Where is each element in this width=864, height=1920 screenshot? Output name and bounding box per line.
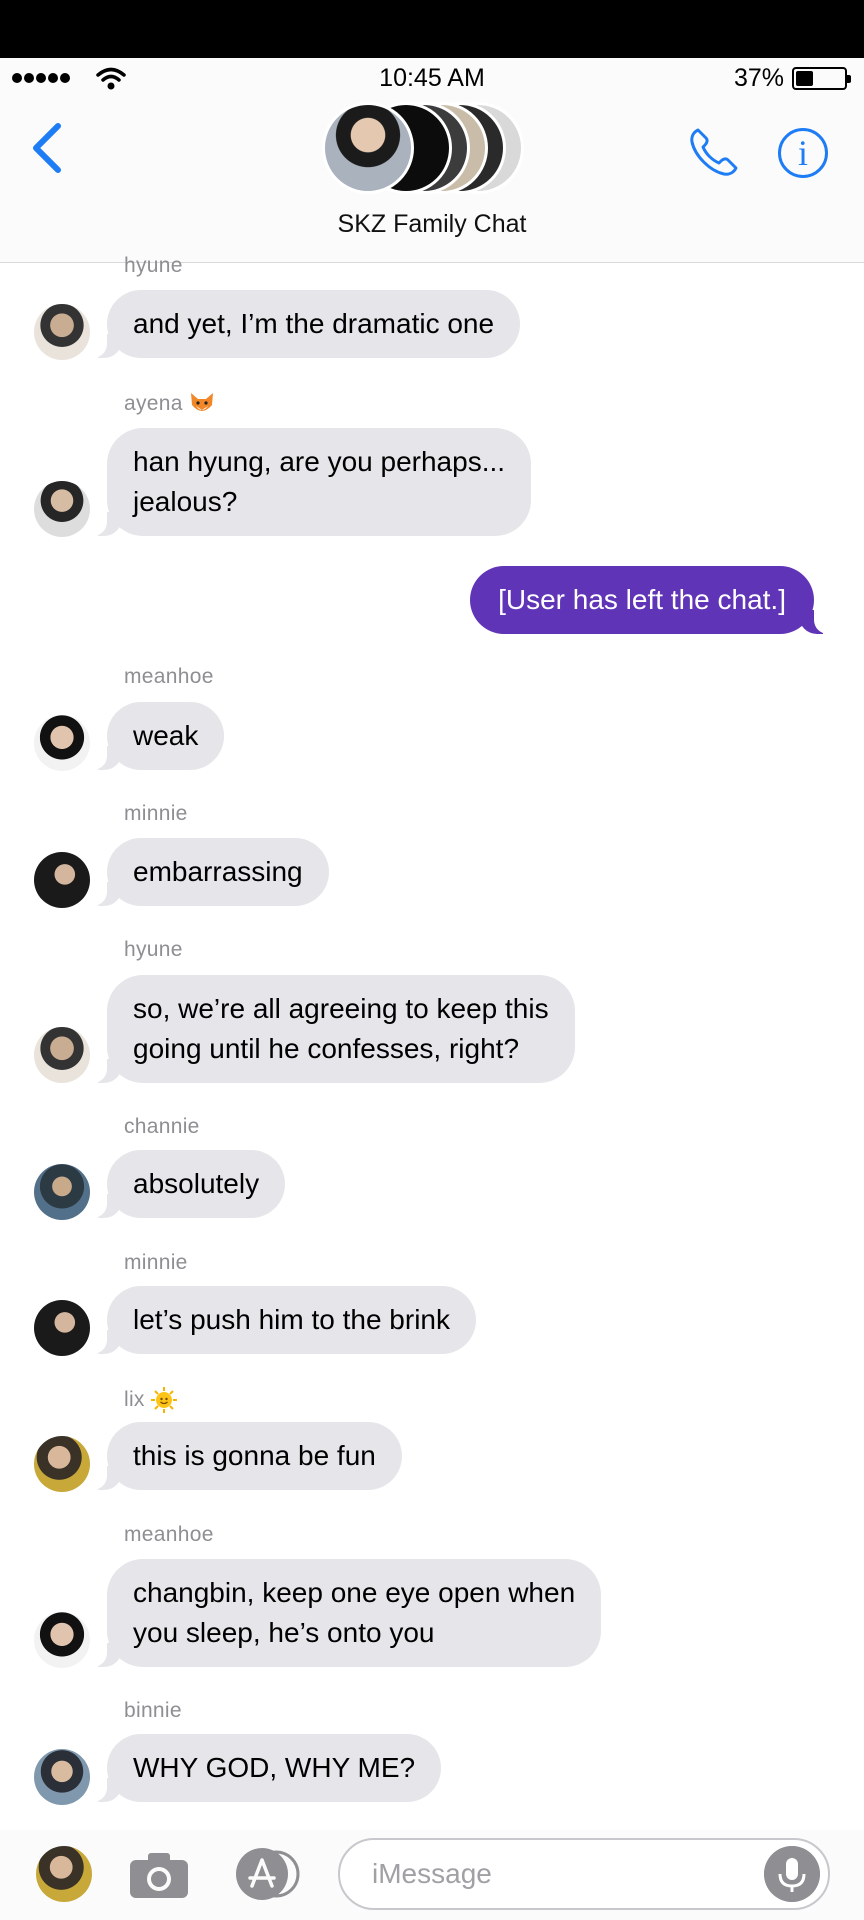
outgoing-message-bubble[interactable]: [User has left the chat.] [470,566,831,634]
avatar[interactable] [34,715,90,771]
group-avatar-stack[interactable] [322,98,542,202]
sender-name: hyune [124,938,183,961]
message-bubble[interactable]: changbin, keep one eye open when you sle… [89,1559,602,1667]
sender-name: meanhoe [124,665,214,688]
microphone-icon[interactable] [764,1846,820,1902]
battery-icon [792,67,851,90]
app-store-icon[interactable] [232,1846,304,1902]
message-sender: hyune [124,938,183,962]
phone-icon[interactable] [686,124,742,180]
avatar[interactable] [34,1027,90,1083]
message-input-placeholder: iMessage [372,1858,492,1889]
message-bubble[interactable]: and yet, I’m the dramatic one [89,290,521,358]
message-input[interactable]: iMessage [338,1838,830,1910]
avatar[interactable] [34,1300,90,1356]
battery-level [796,71,814,86]
sender-name: binnie [124,1699,182,1722]
message-bubble[interactable]: WHY GOD, WHY ME? [89,1734,442,1802]
message-bubble[interactable]: weak [89,702,225,770]
info-icon[interactable]: i [778,128,828,178]
message-sender: hyune [124,254,183,278]
message-sender: lix [124,1387,177,1413]
sender-name: meanhoe [124,1523,214,1546]
sender-name: ayena [124,392,183,415]
sender-name: channie [124,1115,200,1138]
status-bar: 10:45 AM 37% [0,58,864,98]
message-bubble[interactable]: let’s push him to the brink [90,1286,476,1354]
message-sender: meanhoe [124,665,214,689]
avatar[interactable] [34,852,90,908]
message-bubble[interactable]: embarrassing [90,838,329,906]
sender-name: minnie [124,1251,188,1274]
sender-name: hyune [124,254,183,277]
message-bubble[interactable]: absolutely [89,1150,286,1218]
top-black-bar [0,0,864,58]
chevron-left-icon[interactable] [28,120,68,176]
conversation-header: SKZ Family Chat i [0,98,864,263]
message-sender: ayena [124,391,215,417]
sun-emoji-icon [150,1387,177,1413]
message-bubble[interactable]: this is gonna be fun [90,1422,402,1490]
avatar[interactable] [34,1612,90,1668]
message-sender: minnie [124,802,188,826]
composer-bar: iMessage [0,1830,864,1920]
avatar[interactable] [34,1164,90,1220]
group-avatar-main [322,102,414,194]
message-bubble[interactable]: so, we’re all agreeing to keep this goin… [90,975,575,1083]
camera-icon[interactable] [128,1850,190,1900]
message-sender: binnie [124,1699,182,1723]
memoji-avatar[interactable] [36,1846,92,1902]
message-sender: meanhoe [124,1523,214,1547]
battery-percent: 37% [733,64,784,92]
avatar[interactable] [34,1749,90,1805]
avatar[interactable] [34,304,90,360]
sender-name: minnie [124,802,188,825]
avatar[interactable] [34,481,90,537]
message-sender: channie [124,1115,200,1139]
message-sender: minnie [124,1251,188,1275]
sender-name: lix [124,1388,145,1411]
message-bubble[interactable]: han hyung, are you perhaps... jealous? [89,428,532,536]
chat-title[interactable]: SKZ Family Chat [0,210,864,239]
fox-emoji-icon [190,393,213,411]
avatar[interactable] [34,1436,90,1492]
